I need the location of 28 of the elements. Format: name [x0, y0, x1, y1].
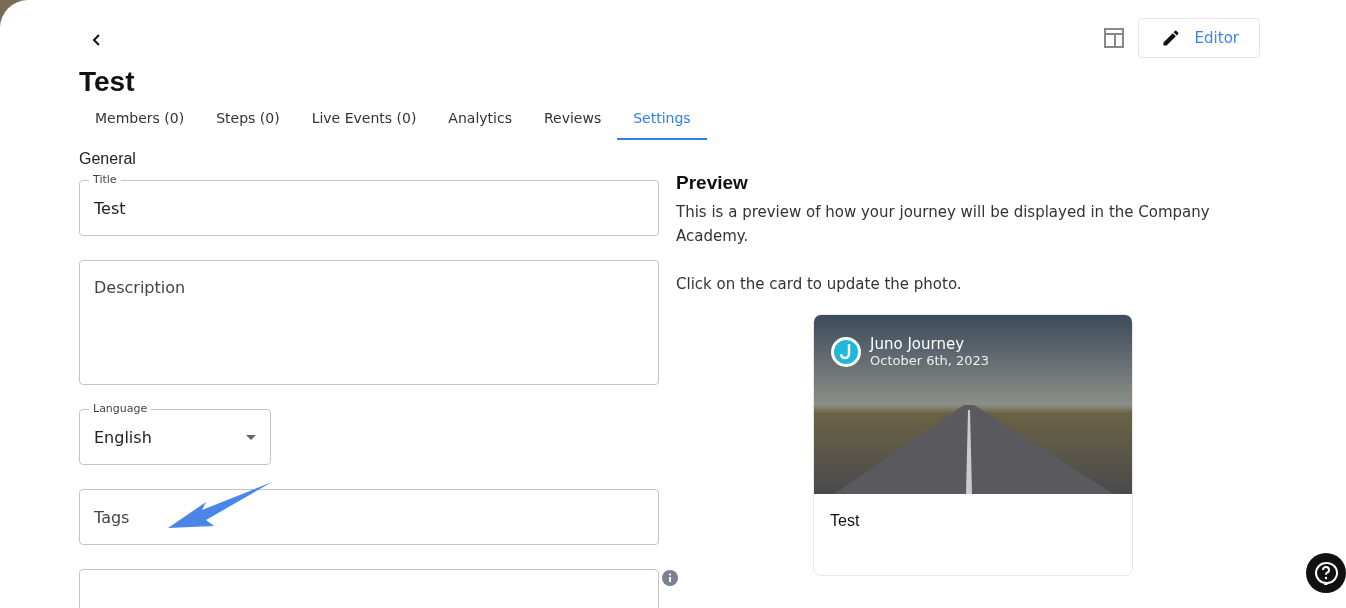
- preview-heading: Preview: [676, 172, 749, 194]
- info-icon[interactable]: [662, 570, 678, 586]
- field-value: Test: [94, 198, 126, 218]
- tab[interactable]: Steps (0): [200, 102, 296, 140]
- brand-name: Juno Journey: [870, 335, 965, 353]
- card-title: Test: [829, 511, 861, 531]
- page-title: Test: [79, 66, 136, 98]
- preview-description: This is a preview of how your journey will be displayed in the Company Academy.: [676, 202, 1211, 247]
- layout-icon[interactable]: [1101, 26, 1126, 50]
- field-placeholder: Description: [94, 278, 186, 297]
- logo-icon: [830, 335, 862, 368]
- field-placeholder: Tags: [94, 507, 130, 527]
- tab[interactable]: Analytics: [432, 102, 528, 140]
- editor-button[interactable]: Editor: [1137, 18, 1260, 58]
- tab[interactable]: Reviews: [527, 102, 618, 140]
- tab[interactable]: Settings: [617, 102, 707, 140]
- field-label: Language: [89, 402, 152, 416]
- text-field[interactable]: Tags: [79, 489, 659, 545]
- textarea-field[interactable]: Description: [79, 260, 659, 385]
- tab[interactable]: Members (0): [79, 102, 201, 140]
- journey-card[interactable]: Juno Journey October 6th, 2023 Test: [813, 314, 1133, 576]
- help-icon: [1314, 561, 1338, 585]
- tab[interactable]: Live Events (0): [295, 102, 433, 140]
- preview-hint: Click on the card to update the photo.: [676, 274, 963, 295]
- section-heading: General: [79, 150, 137, 168]
- dropdown-caret-icon: [246, 434, 256, 440]
- field-value: English: [94, 427, 152, 447]
- card-date: October 6th, 2023: [870, 353, 990, 368]
